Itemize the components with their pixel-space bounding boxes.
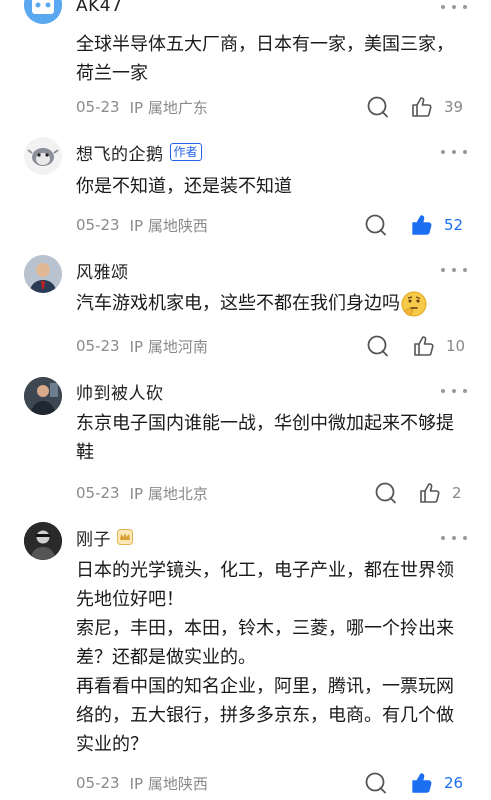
comment-line: 实业的？ (76, 734, 148, 755)
comment-date: 05-23 (76, 774, 120, 792)
avatar[interactable] (24, 522, 62, 560)
reply-icon[interactable] (374, 481, 398, 505)
comment-text: 汽车游戏机家电，这些不都在我们身边吗 (76, 289, 467, 318)
comment-meta: 05-23 IP 属地河南 (76, 334, 208, 358)
thumbs-up-icon (412, 215, 432, 235)
more-options-icon[interactable] (441, 533, 467, 543)
ip-location: IP 属地河南 (129, 337, 208, 356)
reply-icon[interactable] (364, 213, 388, 237)
comment-date: 05-23 (76, 484, 120, 502)
comment-line: 索尼，丰田，本田，铃木，三菱，哪一个拎出来 (76, 618, 454, 639)
author-badge: 作者 (169, 143, 202, 161)
comment-line: 络的，五大银行，拼多多京东，电商。有几个做 (76, 705, 454, 726)
avatar[interactable] (24, 137, 62, 175)
user-row: 想飞的企鹅 作者 (76, 140, 202, 165)
thumbs-up-icon (420, 483, 440, 503)
comment-line: 日本的光学镜头，化工，电子产业，都在世界领 (76, 560, 454, 581)
avatar[interactable] (24, 0, 62, 24)
reply-icon[interactable] (364, 771, 388, 795)
ip-location: IP 属地广东 (129, 98, 208, 117)
comment-line: 汽车游戏机家电，这些不都在我们身边吗 (76, 293, 400, 314)
comment-line: 鞋 (76, 442, 94, 463)
username[interactable]: 帅到被人砍 (76, 379, 164, 404)
like-button[interactable]: 52 (410, 212, 463, 238)
avatar[interactable] (24, 377, 62, 415)
user-row: 帅到被人砍 (76, 379, 164, 404)
comment-line: 荷兰一家 (76, 63, 148, 84)
username[interactable]: 刚子 (76, 525, 111, 550)
comment-line: 再看看中国的知名企业，阿里，腾讯，一票玩网 (76, 676, 454, 697)
username[interactable]: 风雅颂 (76, 258, 129, 283)
comment-date: 05-23 (76, 98, 120, 116)
comment-meta: 05-23 IP 属地陕西 (76, 213, 208, 237)
thumbs-up-icon (414, 336, 434, 356)
like-button[interactable]: 10 (412, 333, 465, 359)
comment-meta: 05-23 IP 属地北京 (76, 481, 208, 505)
user-row: 刚子 (76, 525, 133, 550)
more-options-icon[interactable] (441, 147, 467, 157)
comment-line: 全球半导体五大厂商，日本有一家，美国三家， (76, 34, 454, 55)
thumbs-up-icon (412, 97, 432, 117)
comment-line: 差？还都是做实业的。 (76, 647, 256, 668)
comment-date: 05-23 (76, 216, 120, 234)
comment-meta: 05-23 IP 属地广东 (76, 95, 208, 119)
like-count: 39 (444, 98, 464, 116)
like-count: 10 (446, 337, 466, 355)
ip-location: IP 属地陕西 (129, 774, 208, 793)
ip-location: IP 属地陕西 (129, 216, 208, 235)
username[interactable]: 想飞的企鹅 (76, 140, 164, 165)
reply-icon[interactable] (366, 334, 390, 358)
reply-icon[interactable] (366, 95, 390, 119)
comment-line: 先地位好吧！ (76, 589, 184, 610)
comment-text: 日本的光学镜头，化工，电子产业，都在世界领 先地位好吧！ 索尼，丰田，本田，铃木… (76, 556, 467, 759)
like-button[interactable]: 2 (418, 480, 462, 506)
comment-date: 05-23 (76, 337, 120, 355)
crown-badge-icon (117, 529, 133, 545)
like-count: 26 (444, 774, 464, 792)
like-button[interactable]: 39 (410, 94, 463, 120)
comment-text: 你是不知道，还是装不知道 (76, 172, 467, 201)
comment-text: 全球半导体五大厂商，日本有一家，美国三家， 荷兰一家 (76, 30, 467, 88)
comment-line: 东京电子国内谁能一战，华创中微加起来不够提 (76, 413, 454, 434)
like-button[interactable]: 26 (410, 770, 463, 796)
more-options-icon[interactable] (441, 386, 467, 396)
user-row: 风雅颂 (76, 258, 129, 283)
more-options-icon[interactable] (441, 2, 467, 12)
comment-meta: 05-23 IP 属地陕西 (76, 771, 208, 795)
avatar[interactable] (24, 255, 62, 293)
user-row: AK47 (76, 0, 122, 18)
thinking-face-emoji (401, 291, 427, 316)
like-count: 52 (444, 216, 464, 234)
more-options-icon[interactable] (441, 265, 467, 275)
comment-line: 你是不知道，还是装不知道 (76, 176, 292, 197)
comment-text: 东京电子国内谁能一战，华创中微加起来不够提 鞋 (76, 409, 467, 467)
ip-location: IP 属地北京 (129, 484, 208, 503)
like-count: 2 (452, 484, 462, 502)
thumbs-up-icon (412, 773, 432, 793)
username[interactable]: AK47 (76, 0, 122, 16)
